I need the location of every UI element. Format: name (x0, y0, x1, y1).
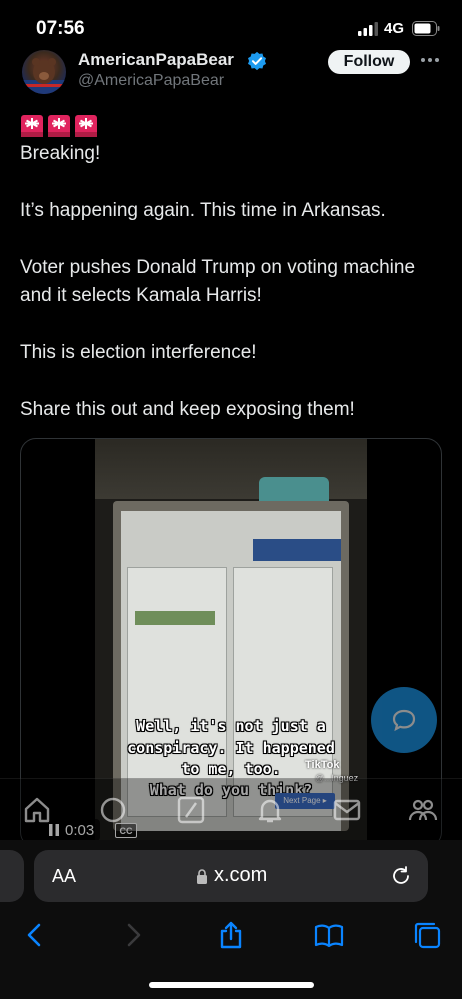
lock-icon (197, 869, 207, 884)
tabs-icon[interactable] (412, 920, 442, 950)
video-caption: conspiracy. It happened (127, 739, 335, 757)
post-text: Breaking! It’s happening again. This tim… (20, 112, 445, 424)
post-line: It’s happening again. This time in Arkan… (20, 200, 386, 221)
url-text[interactable]: x.com (214, 864, 267, 887)
ballot-selected-row (135, 611, 215, 625)
reload-icon[interactable] (390, 865, 412, 887)
verified-icon (248, 51, 266, 71)
status-time: 07:56 (36, 18, 85, 39)
author-display-name[interactable]: AmericanPapaBear (78, 50, 234, 70)
grok-icon[interactable] (98, 795, 128, 825)
compose-button[interactable] (371, 687, 437, 753)
siren-icon (75, 115, 97, 137)
network-label: 4G (384, 20, 405, 37)
battery-icon (412, 21, 440, 36)
siren-icon (48, 115, 70, 137)
tiktok-watermark: TikTok (305, 759, 340, 771)
signal-icon (358, 22, 378, 36)
video-caption: Well, it's not just a (136, 717, 326, 735)
post-line: Breaking! (20, 143, 101, 164)
notifications-icon[interactable] (255, 795, 285, 825)
post-line: Share this out and keep exposing them! (20, 399, 355, 420)
siren-icon (21, 115, 43, 137)
follow-button[interactable]: Follow (328, 50, 410, 74)
previous-tab-preview[interactable] (0, 850, 24, 902)
app-tab-bar (0, 778, 462, 840)
communities-icon[interactable] (408, 795, 438, 825)
address-bar[interactable]: AA x.com (34, 850, 428, 902)
bookmarks-icon[interactable] (314, 920, 344, 950)
compose-icon (392, 709, 416, 732)
avatar-image (22, 58, 66, 94)
home-indicator (149, 982, 314, 988)
back-icon[interactable] (20, 920, 50, 950)
ballot-toolbar (253, 539, 341, 561)
forward-icon[interactable] (118, 920, 148, 950)
messages-icon[interactable] (332, 795, 362, 825)
avatar[interactable] (22, 50, 66, 94)
author-handle[interactable]: @AmericaPapaBear (78, 72, 224, 90)
post-line: Voter pushes Donald Trump on voting mach… (20, 257, 416, 306)
more-icon[interactable] (420, 55, 440, 65)
siren-emoji-row (20, 112, 445, 140)
safari-bottom-bar: AA x.com (0, 840, 462, 999)
home-icon[interactable] (22, 795, 52, 825)
compose-post-icon[interactable] (176, 795, 206, 825)
share-icon[interactable] (216, 920, 246, 950)
post-line: This is election interference! (20, 342, 257, 363)
status-bar: 07:56 4G (0, 0, 462, 52)
reader-options-button[interactable]: AA (52, 866, 76, 887)
